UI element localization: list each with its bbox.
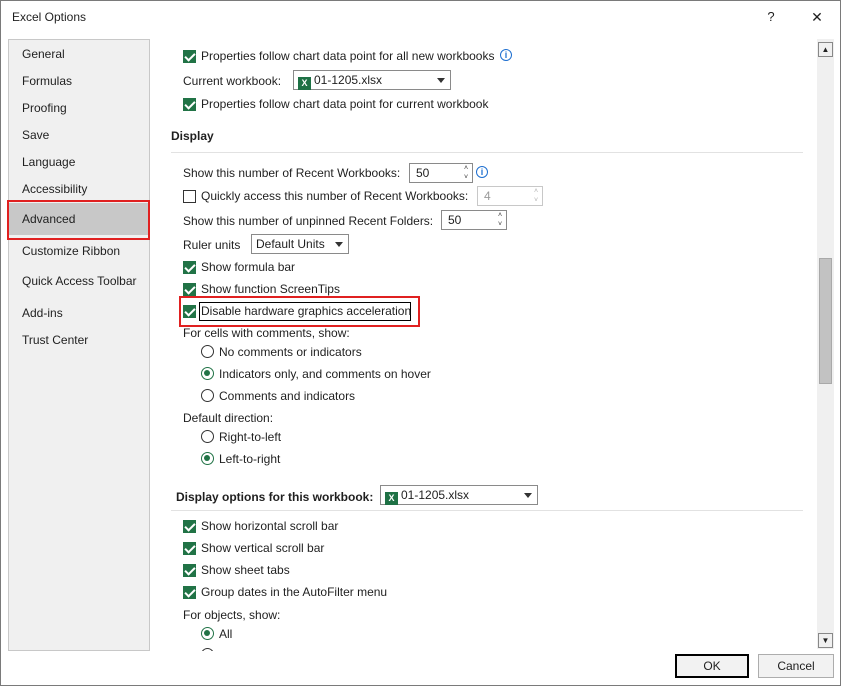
indicators-only-label: Indicators only, and comments on hover — [219, 367, 431, 381]
sheet-tabs-label: Show sheet tabs — [201, 563, 290, 577]
left-to-right-label: Left-to-right — [219, 452, 281, 466]
spinner-arrows-icon[interactable]: ˄ ˅ — [460, 164, 472, 182]
unpinned-folders-value: 50 — [448, 213, 462, 227]
comments-and-indicators-radio[interactable] — [201, 389, 214, 402]
close-button[interactable]: ✕ — [799, 5, 835, 29]
sidebar-item-accessibility[interactable]: Accessibility — [9, 176, 149, 202]
sidebar-item-formulas[interactable]: Formulas — [9, 68, 149, 94]
options-category-sidebar: General Formulas Proofing Save Language … — [8, 39, 150, 651]
sidebar-item-general[interactable]: General — [9, 41, 149, 67]
hw-accel-label: Disable hardware graphics acceleration — [201, 304, 412, 318]
ruler-units-label: Ruler units — [183, 238, 241, 252]
ruler-units-dropdown[interactable]: Default Units — [251, 234, 349, 254]
sidebar-item-trust-center[interactable]: Trust Center — [9, 327, 149, 353]
objects-all-radio[interactable] — [201, 627, 214, 640]
sidebar-item-add-ins[interactable]: Add-ins — [9, 300, 149, 326]
chart-new-workbooks-checkbox[interactable] — [183, 50, 196, 63]
quick-access-value: 4 — [484, 189, 491, 203]
group-dates-label: Group dates in the AutoFilter menu — [201, 585, 388, 599]
title-bar: Excel Options ? ✕ — [1, 1, 840, 33]
quick-access-checkbox[interactable] — [183, 190, 196, 203]
recent-workbooks-spinner[interactable]: 50 ˄ ˅ — [409, 163, 473, 183]
ruler-units-value: Default Units — [256, 237, 325, 251]
no-comments-label: No comments or indicators — [219, 345, 362, 359]
comments-and-indicators-label: Comments and indicators — [219, 389, 356, 403]
formula-bar-label: Show formula bar — [201, 260, 296, 274]
ok-button[interactable]: OK — [675, 654, 749, 678]
hw-accel-checkbox[interactable] — [183, 305, 196, 318]
right-to-left-radio[interactable] — [201, 430, 214, 443]
v-scroll-label: Show vertical scroll bar — [201, 541, 325, 555]
chart-new-workbooks-label: Properties follow chart data point for a… — [201, 49, 495, 63]
scrollbar-thumb[interactable] — [819, 258, 832, 384]
display-workbook-dropdown[interactable]: X 01-1205.xlsx — [380, 485, 538, 505]
unpinned-folders-label: Show this number of unpinned Recent Fold… — [183, 214, 434, 228]
left-to-right-radio[interactable] — [201, 452, 214, 465]
chart-current-workbook-checkbox[interactable] — [183, 98, 196, 111]
chevron-down-icon — [437, 78, 445, 83]
workbook-display-section-header: Display options for this workbook: — [176, 490, 374, 504]
display-section-header: Display — [171, 129, 214, 143]
h-scroll-label: Show horizontal scroll bar — [201, 519, 339, 533]
objects-next-radio[interactable] — [201, 648, 214, 651]
chart-current-workbook-label: Properties follow chart data point for c… — [201, 97, 489, 111]
h-scroll-checkbox[interactable] — [183, 520, 196, 533]
section-divider — [171, 510, 803, 511]
sidebar-item-save[interactable]: Save — [9, 122, 149, 148]
formula-bar-checkbox[interactable] — [183, 261, 196, 274]
direction-label: Default direction: — [183, 411, 274, 425]
sidebar-item-language[interactable]: Language — [9, 149, 149, 175]
objects-all-label: All — [219, 627, 233, 641]
display-workbook-value: 01-1205.xlsx — [401, 488, 470, 502]
current-workbook-dropdown[interactable]: X 01-1205.xlsx — [293, 70, 451, 90]
scroll-up-icon[interactable]: ▲ — [818, 42, 833, 57]
scroll-down-icon[interactable]: ▼ — [818, 633, 833, 648]
indicators-only-radio[interactable] — [201, 367, 214, 380]
screentips-label: Show function ScreenTips — [201, 282, 340, 296]
sidebar-item-quick-access-toolbar[interactable]: Quick Access Toolbar — [9, 268, 149, 294]
excel-file-icon: X — [385, 492, 398, 505]
group-dates-checkbox[interactable] — [183, 586, 196, 599]
excel-options-dialog: Excel Options ? ✕ General Formulas Proof… — [0, 0, 841, 686]
sidebar-item-customize-ribbon[interactable]: Customize Ribbon — [9, 238, 149, 264]
unpinned-folders-spinner[interactable]: 50 ˄ ˅ — [441, 210, 507, 230]
comments-label: For cells with comments, show: — [183, 326, 350, 340]
quick-access-spinner: 4 ˄ ˅ — [477, 186, 543, 206]
help-button[interactable]: ? — [757, 5, 785, 29]
sidebar-item-advanced[interactable]: Advanced — [9, 203, 149, 235]
vertical-scrollbar[interactable]: ▲ ▼ — [817, 39, 834, 649]
current-workbook-label: Current workbook: — [183, 74, 282, 88]
screentips-checkbox[interactable] — [183, 283, 196, 296]
cancel-button[interactable]: Cancel — [758, 654, 834, 678]
dialog-title: Excel Options — [12, 10, 87, 24]
info-icon: i — [500, 49, 512, 61]
current-workbook-value: 01-1205.xlsx — [314, 73, 383, 87]
sidebar-item-proofing[interactable]: Proofing — [9, 95, 149, 121]
excel-file-icon: X — [298, 77, 311, 90]
chevron-down-icon — [524, 493, 532, 498]
v-scroll-checkbox[interactable] — [183, 542, 196, 555]
sheet-tabs-checkbox[interactable] — [183, 564, 196, 577]
no-comments-radio[interactable] — [201, 345, 214, 358]
recent-workbooks-label: Show this number of Recent Workbooks: — [183, 166, 401, 180]
recent-workbooks-value: 50 — [416, 166, 430, 180]
section-divider — [171, 152, 803, 153]
advanced-options-panel: Properties follow chart data point for a… — [151, 39, 815, 651]
spinner-arrows-icon[interactable]: ˄ ˅ — [494, 211, 506, 229]
spinner-arrows-icon: ˄ ˅ — [533, 188, 539, 204]
info-icon: i — [476, 166, 488, 178]
chevron-down-icon — [335, 242, 343, 247]
quick-access-label: Quickly access this number of Recent Wor… — [201, 189, 469, 203]
objects-label: For objects, show: — [183, 608, 281, 622]
right-to-left-label: Right-to-left — [219, 430, 282, 444]
